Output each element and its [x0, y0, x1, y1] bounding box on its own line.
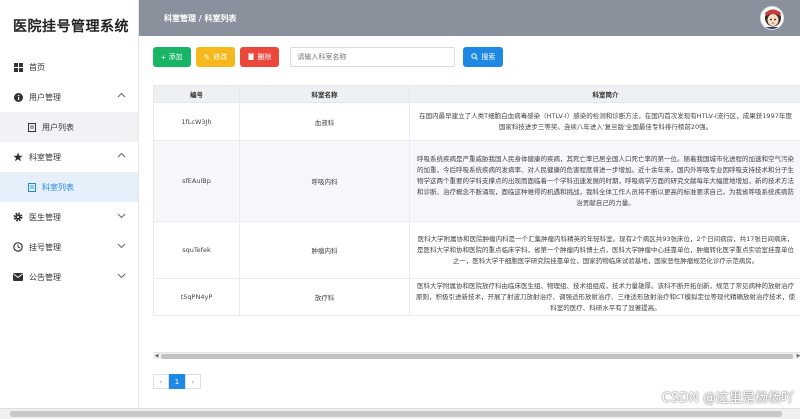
cell-name: 放疗科: [239, 278, 410, 316]
scroll-right-icon[interactable]: ▶: [795, 353, 800, 360]
gear-icon: [13, 212, 23, 222]
table-row[interactable]: 1fLcW3Jh 血液科 在国内最早建立了人类T细胞白血病毒感染（HTLV-Ⅰ）…: [153, 102, 800, 141]
plus-icon: +: [161, 52, 166, 62]
cell-name: 肿瘤内科: [239, 221, 410, 279]
chevron-down-icon[interactable]: [117, 211, 126, 220]
page-horizontal-scrollbar[interactable]: [0, 408, 800, 419]
star-icon: [13, 152, 23, 162]
scrollbar-thumb[interactable]: [161, 354, 793, 359]
sidebar-item-notice-management[interactable]: 公告管理: [0, 262, 138, 292]
pagination: ‹ 1 ›: [153, 374, 201, 389]
search-button[interactable]: 搜索: [463, 47, 504, 67]
sidebar-item-label: 科室管理: [29, 152, 61, 162]
add-button[interactable]: + 添加: [153, 47, 191, 67]
edit-button[interactable]: ✎ 修改: [195, 47, 236, 67]
info-circle-icon: [13, 92, 23, 102]
sidebar-item-label: 公告管理: [29, 272, 61, 282]
sidebar-item-label: 用户管理: [29, 92, 61, 102]
sidebar-item-department-management[interactable]: 科室管理: [0, 142, 138, 172]
sidebar: 医院挂号管理系统 首页 用户管理 用户列表 科室管理 科室列表 医生管理 挂号管…: [0, 0, 139, 408]
pencil-icon: ✎: [203, 52, 211, 62]
sidebar-item-user-management[interactable]: 用户管理: [0, 82, 138, 112]
table-row[interactable]: sfEAulBp 呼吸内科 呼吸系统疾病是严重威胁我国人民身体健康的疾病，其死亡…: [153, 140, 800, 222]
chevron-down-icon[interactable]: [117, 241, 126, 250]
scrollbar-thumb[interactable]: [10, 411, 782, 417]
department-table: 编号 科室名称 科室简介 1fLcW3Jh 血液科 在国内最早建立了人类T细胞白…: [153, 85, 800, 316]
table-horizontal-scrollbar[interactable]: ◀ ▶: [153, 352, 800, 359]
main-content: + 添加 ✎ 修改 删除 搜索 编号 科室名称 科室简介: [139, 36, 800, 408]
sidebar-item-label: 用户列表: [42, 122, 74, 132]
delete-button[interactable]: 删除: [240, 47, 280, 67]
sidebar-item-department-list[interactable]: 科室列表: [0, 172, 138, 202]
next-page-button[interactable]: ›: [185, 374, 201, 389]
chevron-up-icon[interactable]: [117, 151, 126, 160]
cell-intro: 医科大学附属协和医院肿瘤内科是一个汇集肿瘤内科精英的年轻科室。现有2个病区共93…: [409, 221, 800, 279]
prev-page-button[interactable]: ‹: [153, 374, 169, 389]
cell-id: 1fLcW3Jh: [153, 102, 240, 141]
page-number[interactable]: 1: [169, 374, 185, 389]
sidebar-item-doctor-management[interactable]: 医生管理: [0, 202, 138, 232]
grid-icon: [13, 62, 23, 72]
delete-button-label: 删除: [257, 54, 272, 61]
clock-icon: [13, 242, 23, 252]
breadcrumb: 科室管理 / 科室列表: [164, 13, 237, 23]
cell-intro: 医科大学附属协和医院放疗科由临床医生组、物理组、技术组组成，技术力量雄厚。该科不…: [409, 278, 800, 316]
watermark: CSDN @这里是杨杨吖: [661, 391, 794, 406]
table-row[interactable]: t5qPN4yP 放疗科 医科大学附属协和医院放疗科由临床医生组、物理组、技术组…: [153, 278, 800, 316]
sidebar-item-home[interactable]: 首页: [0, 52, 138, 82]
cell-id: sfEAulBp: [153, 140, 240, 222]
edit-button-label: 修改: [213, 54, 228, 61]
app-title: 医院挂号管理系统: [13, 19, 129, 35]
chevron-down-icon[interactable]: [117, 271, 126, 280]
sidebar-item-label: 医生管理: [29, 212, 61, 222]
search-icon: [471, 52, 479, 62]
column-header[interactable]: 科室名称: [239, 85, 410, 103]
table-header-row: 编号 科室名称 科室简介: [153, 85, 800, 103]
cell-intro: 呼吸系统疾病是严重威胁我国人民身体健康的疾病，其死亡率已居全国人口死亡率的第一位…: [409, 140, 800, 222]
cell-name: 呼吸内科: [239, 140, 410, 222]
cell-name: 血液科: [239, 102, 410, 141]
document-icon: [27, 182, 37, 192]
sidebar-item-label: 挂号管理: [29, 242, 61, 252]
column-header[interactable]: 科室简介: [409, 85, 800, 103]
search-button-label: 搜索: [481, 54, 496, 61]
toolbar: + 添加 ✎ 修改 删除 搜索: [153, 47, 508, 67]
scroll-left-icon[interactable]: ◀: [153, 353, 160, 360]
sidebar-item-user-list[interactable]: 用户列表: [0, 112, 138, 142]
column-header[interactable]: 编号: [153, 85, 240, 103]
document-icon: [27, 122, 37, 132]
trash-icon: [248, 53, 255, 62]
chevron-up-icon[interactable]: [117, 91, 126, 100]
sidebar-item-registration-management[interactable]: 挂号管理: [0, 232, 138, 262]
cell-id: squTefek: [153, 221, 240, 279]
search-input[interactable]: [290, 47, 456, 67]
top-header: 科室管理 / 科室列表: [139, 0, 800, 36]
cell-intro: 在国内最早建立了人类T细胞白血病毒感染（HTLV-Ⅰ）感染的检测和诊断方法，在国…: [409, 102, 800, 141]
table-row[interactable]: squTefek 肿瘤内科 医科大学附属协和医院肿瘤内科是一个汇集肿瘤内科精英的…: [153, 221, 800, 279]
sidebar-item-label: 首页: [29, 62, 45, 72]
sidebar-item-label: 科室列表: [42, 182, 74, 192]
avatar[interactable]: [760, 6, 784, 30]
cell-id: t5qPN4yP: [153, 278, 240, 316]
mail-icon: [13, 272, 23, 282]
add-button-label: 添加: [168, 54, 183, 61]
